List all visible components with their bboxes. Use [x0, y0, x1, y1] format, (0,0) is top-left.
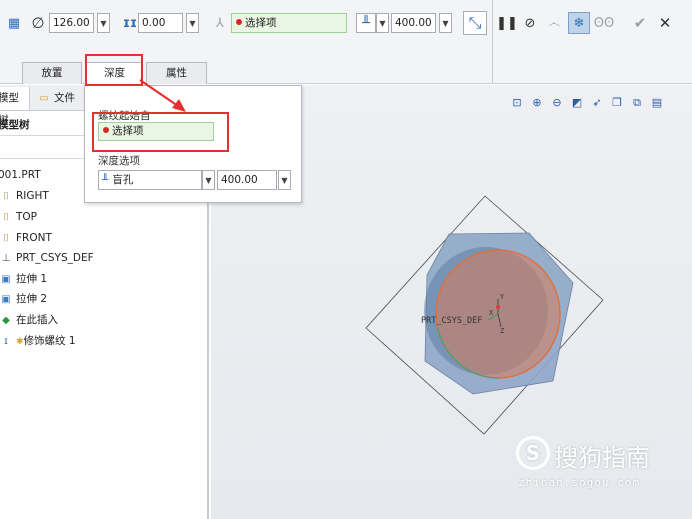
ok-check-icon[interactable]: ✔	[630, 13, 650, 33]
glasses-preview-icon[interactable]: ʘʘ	[594, 13, 614, 33]
csys-origin-icon	[496, 305, 500, 309]
tab-files-label: 文件	[54, 92, 75, 104]
pitch-icon: ɪɪ	[122, 15, 138, 31]
depth-type-select[interactable]: ╨ 盲孔	[98, 170, 202, 190]
tree-item-csys[interactable]: ⊥ PRT_CSYS_DEF	[0, 249, 94, 267]
tree-item-label: TOP	[16, 211, 38, 223]
thread-start-highlight	[92, 112, 229, 152]
thread-surface-label: 选择项	[245, 17, 277, 29]
tree-item-insert-here[interactable]: ◆ 在此插入	[0, 311, 58, 329]
preview-icon[interactable]: ෴	[544, 13, 564, 33]
tree-item-label: FRONT	[16, 232, 52, 244]
sogou-watermark: S 搜狗指南 zhinan.sogou.com	[516, 436, 676, 496]
tab-model-tree[interactable]: 模型树	[0, 87, 30, 126]
cosmetic-thread-icon: ɪ	[4, 336, 8, 347]
toolbar-separator	[492, 0, 493, 84]
verify-mode-icon[interactable]: ❄	[568, 12, 590, 34]
flip-direction-icon[interactable]: ⤡	[463, 11, 487, 35]
blind-depth-icon: ╨	[102, 174, 109, 186]
depth-input[interactable]: 400.00	[391, 13, 436, 33]
depth-type-dropdown-arrow[interactable]: ▼	[202, 170, 215, 190]
extrude-icon: ▣	[1, 274, 11, 285]
tree-item-label: 修饰螺纹 1	[23, 335, 76, 347]
thread-surface-icon: ⅄	[216, 15, 224, 31]
tab-properties[interactable]: 属性	[146, 62, 207, 84]
new-feature-star-icon: ✱	[16, 337, 24, 347]
csys-axis-z-label: Z	[500, 327, 504, 335]
depth-value-dropdown[interactable]: ▼	[439, 13, 452, 33]
datum-plane-icon: ⌷	[3, 233, 9, 244]
tree-item-right[interactable]: ⌷ RIGHT	[0, 187, 49, 205]
extrude-icon: ▣	[1, 294, 11, 305]
tree-item-label: 在此插入	[16, 314, 58, 326]
cancel-x-icon[interactable]: ✕	[655, 13, 675, 33]
tree-item-front[interactable]: ⌷ FRONT	[0, 229, 52, 247]
diameter-icon: ∅	[31, 14, 45, 32]
pitch-dropdown[interactable]: ▼	[186, 13, 199, 33]
thread-type-icon[interactable]: ▦	[4, 13, 24, 33]
csys-label: PRT_CSYS_DEF	[421, 316, 482, 326]
watermark-url: zhinan.sogou.com	[518, 476, 640, 489]
tree-item-label: RIGHT	[16, 190, 49, 202]
no-preview-icon[interactable]: ⊘	[520, 13, 540, 33]
diameter-input[interactable]: 126.00	[49, 13, 94, 33]
diameter-dropdown[interactable]: ▼	[97, 13, 110, 33]
tab-file-browser[interactable]: ▭ 文件	[34, 87, 84, 110]
datum-plane-icon: ⌷	[3, 191, 9, 202]
depth-type-value: 盲孔	[112, 174, 134, 186]
tree-item-extrude-1[interactable]: ▣ 拉伸 1	[0, 270, 47, 288]
tree-item-extrude-2[interactable]: ▣ 拉伸 2	[0, 290, 47, 308]
tree-item-label: 拉伸 1	[16, 273, 48, 285]
depth-options-label: 深度选项	[98, 155, 140, 167]
tree-item-cosmetic-thread[interactable]: ɪ ✱修饰螺纹 1	[0, 332, 76, 350]
sogou-logo-icon: S	[516, 436, 550, 470]
depth-value-dropdown-arrow[interactable]: ▼	[278, 170, 291, 190]
watermark-brand: 搜狗指南	[554, 444, 650, 472]
tree-item-top[interactable]: ⌷ TOP	[0, 208, 37, 226]
unselected-dot-icon	[236, 19, 242, 25]
depth-value-input[interactable]: 400.00	[217, 170, 277, 190]
datum-plane-icon: ⌷	[3, 212, 9, 223]
pitch-input[interactable]: 0.00	[138, 13, 183, 33]
pause-icon[interactable]: ❚❚	[496, 13, 518, 33]
blind-depth-icon[interactable]: ╨	[356, 13, 376, 33]
insert-here-icon: ◆	[2, 315, 10, 326]
tree-item-label: 001.PRT	[0, 169, 41, 181]
model-tree-title: 模型树	[0, 119, 30, 131]
tab-placement[interactable]: 放置	[22, 62, 82, 84]
thread-surface-collector[interactable]: 选择项	[231, 13, 347, 33]
csys-icon: ⊥	[1, 253, 11, 264]
tree-item-label: PRT_CSYS_DEF	[16, 252, 94, 264]
tree-item-label: 拉伸 2	[16, 293, 48, 305]
depth-tab-highlight	[85, 54, 143, 86]
depth-type-dropdown[interactable]: ▼	[376, 13, 389, 33]
folder-icon: ▭	[39, 93, 49, 104]
tree-item-part[interactable]: 001.PRT	[0, 166, 41, 184]
